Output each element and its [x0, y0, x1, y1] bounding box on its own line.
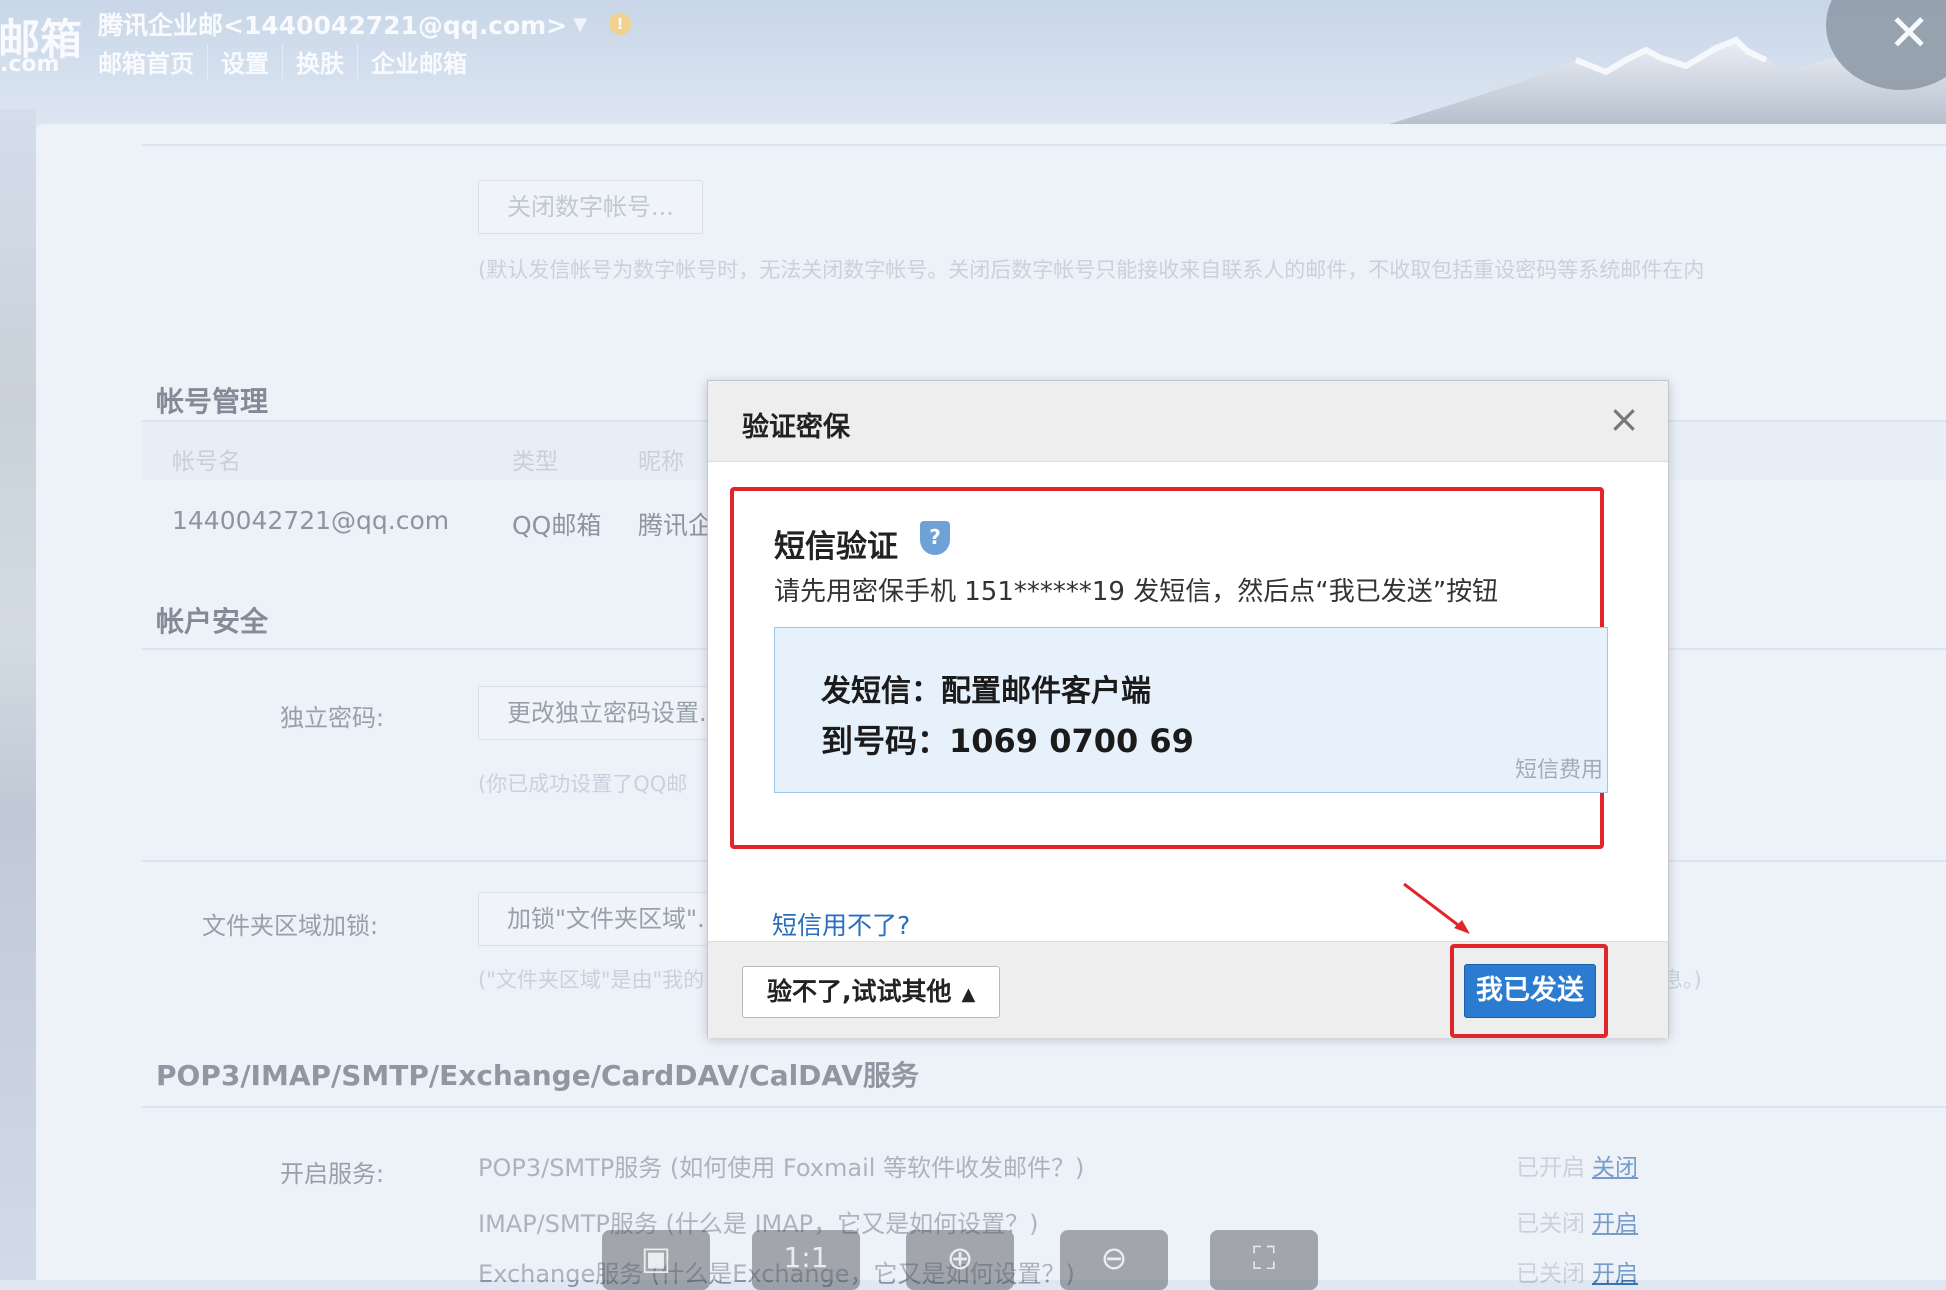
close-icon[interactable]: ✕: [1888, 4, 1930, 62]
account-switcher[interactable]: 腾讯企业邮<1440042721@qq.com> ▼ !: [98, 6, 632, 42]
col-account-name: 帐号名: [172, 449, 241, 475]
shield-icon: ?: [920, 521, 950, 555]
dialog-footer: 验不了,试试其他 ▲ 我已发送: [708, 941, 1668, 1038]
account-mgmt-title: 帐号管理: [156, 385, 269, 418]
close-digital-hint: (默认发信帐号为数字帐号时，无法关闭数字帐号。关闭后数字帐号只能接收来自联系人的…: [478, 258, 1705, 282]
header-nav: 邮箱首页 设置 换肤 企业邮箱: [98, 44, 480, 79]
caret-up-icon: ▲: [961, 984, 976, 1005]
zoom-out-icon[interactable]: ⊖: [1060, 1230, 1168, 1290]
try-other-label: 验不了,试试其他: [767, 977, 952, 1006]
nav-enterprise-mail[interactable]: 企业邮箱: [358, 44, 480, 79]
dialog-header: 验证密保 ×: [708, 381, 1668, 462]
sms-number: 到号码：1069 0700 69: [821, 722, 1194, 760]
service-imap-status: 已关闭: [1516, 1211, 1585, 1237]
account-row-name: 1440042721@qq.com: [172, 506, 450, 535]
col-type: 类型: [512, 449, 558, 475]
independent-pwd-label: 独立密码:: [280, 704, 385, 732]
chevron-down-icon[interactable]: ▼: [573, 14, 587, 35]
viewer-actual-size[interactable]: 1:1: [752, 1230, 860, 1290]
background-strip: [0, 110, 36, 1280]
nav-skin[interactable]: 换肤: [283, 44, 358, 79]
service-pop3-status: 已开启: [1516, 1155, 1585, 1181]
service-exchange-toggle[interactable]: 开启: [1592, 1254, 1638, 1288]
close-digital-account-button[interactable]: 关闭数字帐号...: [478, 180, 703, 234]
app-logo-suffix: .com: [0, 52, 60, 77]
service-imap-toggle[interactable]: 开启: [1592, 1204, 1638, 1238]
nav-mail-home[interactable]: 邮箱首页: [98, 44, 208, 79]
security-title: 帐户安全: [156, 605, 269, 638]
independent-pwd-hint: (你已成功设置了QQ邮: [478, 772, 688, 796]
sms-info-panel: 发短信：配置邮件客户端 到号码：1069 0700 69 短信费用: [774, 627, 1608, 793]
sms-fee-link[interactable]: 短信费用: [1515, 752, 1603, 784]
mail-header: 邮箱 .com 腾讯企业邮<1440042721@qq.com> ▼ ! 邮箱首…: [0, 0, 1946, 125]
divider: [142, 1106, 1946, 1108]
sent-button[interactable]: 我已发送: [1464, 964, 1596, 1018]
close-icon[interactable]: ×: [1608, 397, 1640, 441]
fit-screen-icon[interactable]: ⛶: [1210, 1230, 1318, 1290]
col-nickname: 昵称: [638, 449, 684, 475]
account-row-nick: 腾讯企: [638, 511, 714, 540]
folder-lock-label: 文件夹区域加锁:: [202, 912, 379, 940]
account-row-type: QQ邮箱: [512, 511, 602, 540]
service-exchange-status: 已关闭: [1516, 1261, 1585, 1287]
services-label: 开启服务:: [280, 1160, 385, 1188]
dialog-title: 验证密保: [742, 412, 850, 443]
annotation-arrow-icon: [1403, 882, 1470, 934]
service-pop3-toggle[interactable]: 关闭: [1592, 1148, 1638, 1182]
viewer-image-icon[interactable]: ▣: [602, 1230, 710, 1290]
account-name: 腾讯企业邮<1440042721@qq.com>: [98, 11, 568, 40]
service-pop3[interactable]: POP3/SMTP服务 (如何使用 Foxmail 等软件收发邮件？): [478, 1148, 1084, 1183]
sms-content: 发短信：配置邮件客户端: [821, 674, 1151, 709]
divider: [142, 144, 1946, 146]
sms-instruction: 请先用密保手机 151******19 发短信，然后点“我已发送”按钮: [774, 577, 1499, 607]
folder-lock-hint: ("文件夹区域"是由"我的: [478, 968, 705, 992]
try-other-button[interactable]: 验不了,试试其他 ▲: [742, 966, 1001, 1018]
sms-title: 短信验证: [774, 529, 898, 565]
zoom-in-icon[interactable]: ⊕: [906, 1230, 1014, 1290]
nav-settings[interactable]: 设置: [208, 44, 283, 79]
notice-icon[interactable]: !: [609, 13, 632, 35]
sms-unavailable-link[interactable]: 短信用不了?: [772, 906, 910, 942]
verify-dialog: 验证密保 × 短信验证 ? 请先用密保手机 151******19 发短信，然后…: [707, 380, 1669, 1038]
services-title: POP3/IMAP/SMTP/Exchange/CardDAV/CalDAV服务: [156, 1059, 919, 1092]
